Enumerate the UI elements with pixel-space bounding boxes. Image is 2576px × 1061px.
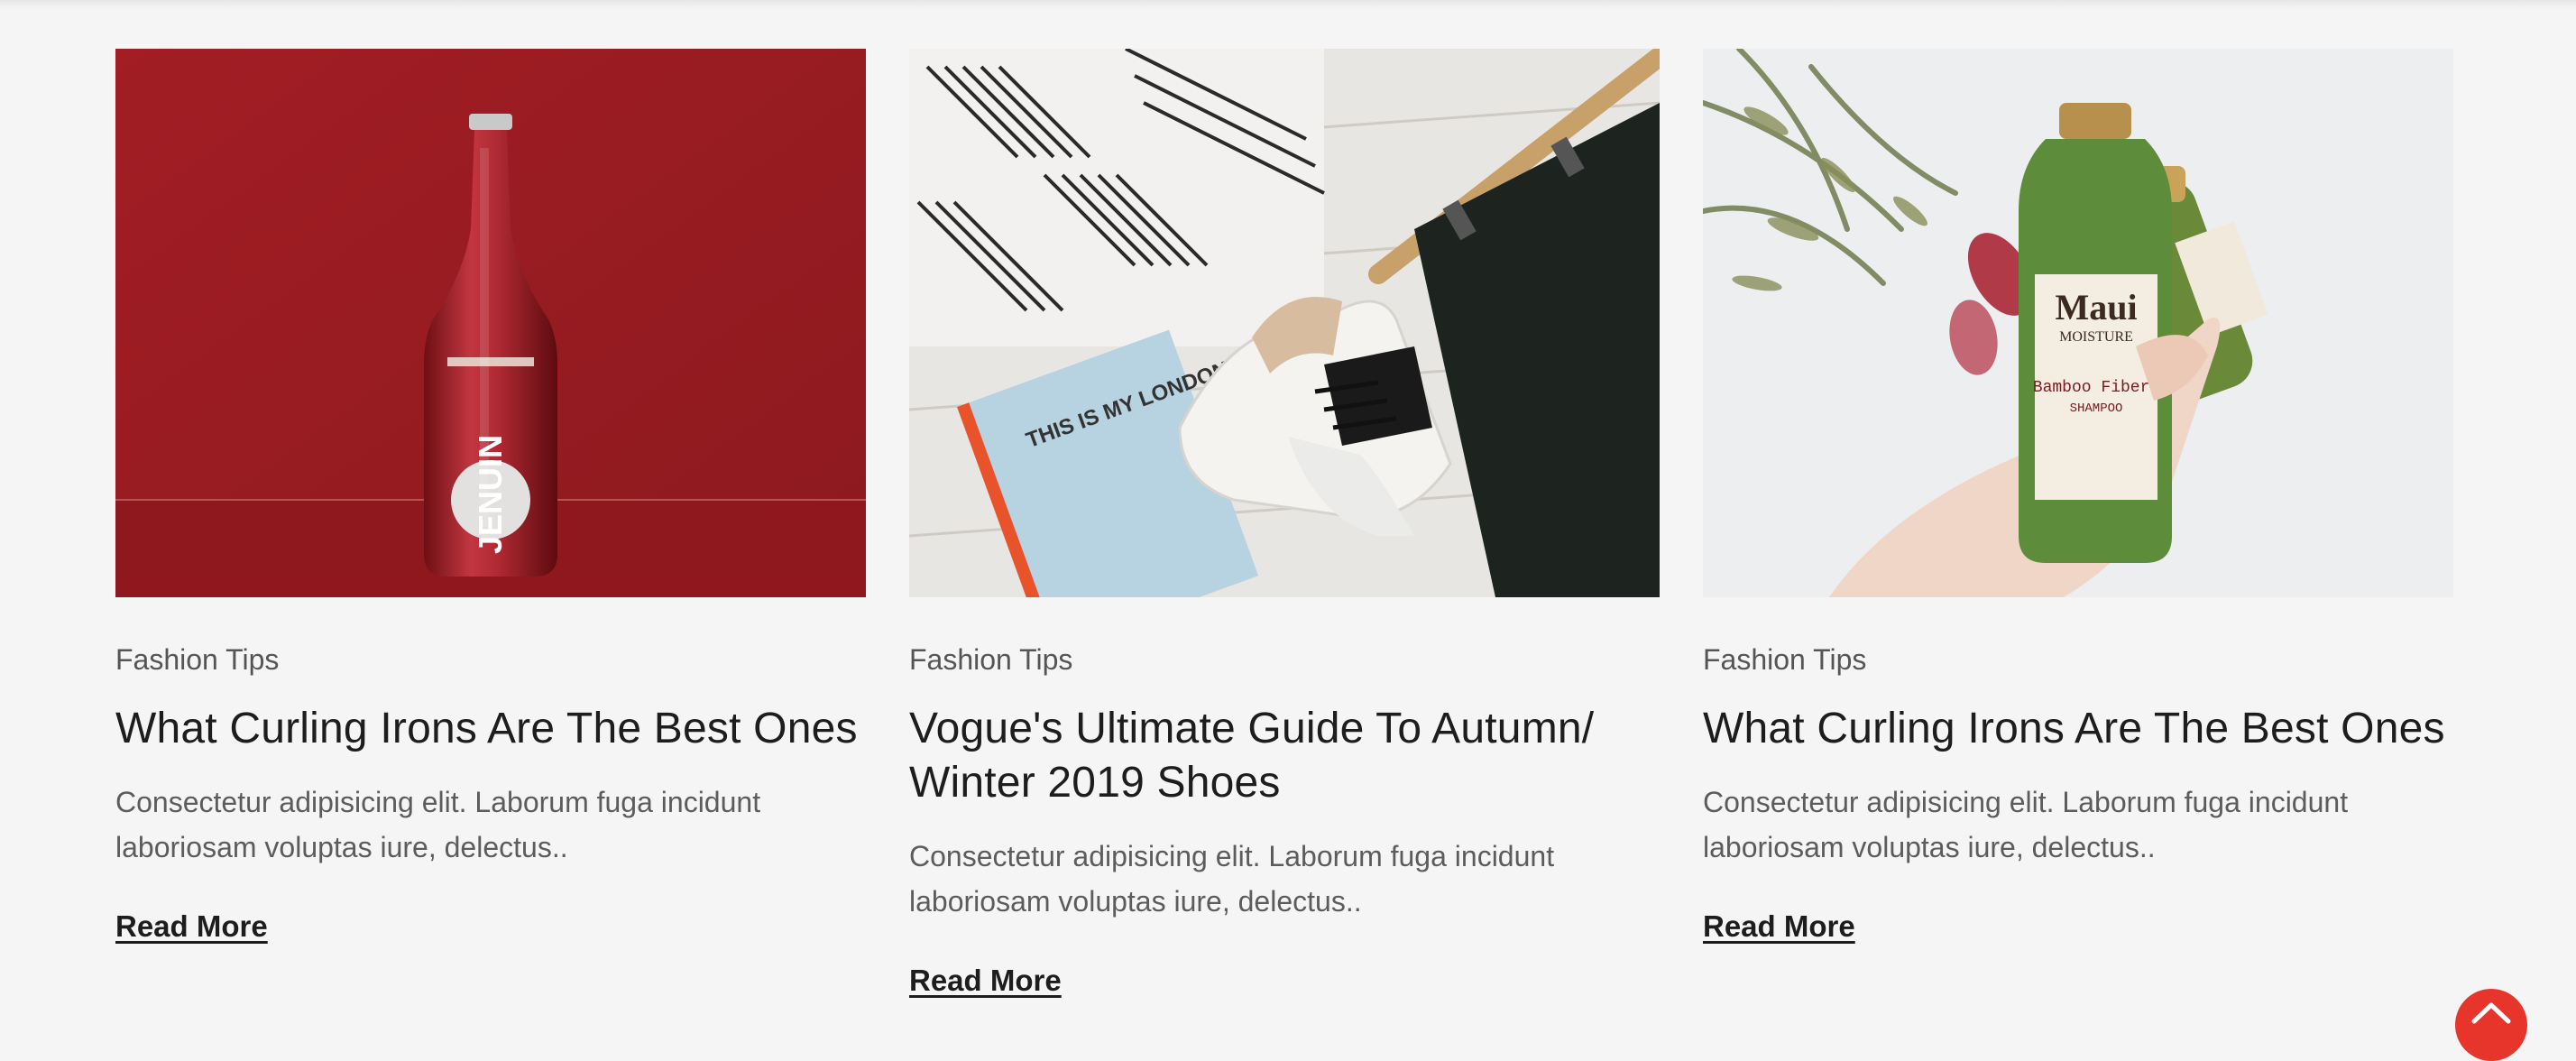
blog-grid: JENUIN Fashion Tips What Curling Irons A…	[115, 49, 2453, 998]
post-category[interactable]: Fashion Tips	[115, 642, 866, 677]
bottle-label-text: JENUIN	[472, 435, 509, 554]
post-card: THIS IS MY LONDON Fashion Tips Vogue's U…	[909, 49, 1660, 998]
product-type-text: SHAMPOO	[2070, 401, 2123, 416]
post-title[interactable]: What Curling Irons Are The Best Ones	[115, 702, 866, 756]
post-image-link[interactable]: THIS IS MY LONDON	[909, 49, 1660, 597]
brand-text: Maui	[2055, 287, 2137, 328]
post-card: Maui MOISTURE Bamboo Fibers SHAMPOO Fash…	[1703, 49, 2453, 998]
scroll-to-top-button[interactable]	[2455, 989, 2527, 1061]
post-excerpt: Consectetur adipisicing elit. Laborum fu…	[115, 786, 761, 864]
post-title[interactable]: What Curling Irons Are The Best Ones	[1703, 702, 2453, 756]
header-shadow	[0, 0, 2576, 9]
brand-sub-text: MOISTURE	[2059, 329, 2133, 345]
shampoo-bottle-photo: Maui MOISTURE Bamboo Fibers SHAMPOO	[1703, 49, 2453, 597]
read-more-link[interactable]: Read More	[909, 964, 1062, 998]
post-category[interactable]: Fashion Tips	[1703, 642, 2453, 677]
red-bottle-photo: JENUIN	[115, 49, 866, 597]
post-excerpt: Consectetur adipisicing elit. Laborum fu…	[909, 840, 1555, 918]
read-more-link[interactable]: Read More	[1703, 909, 1855, 944]
post-card: JENUIN Fashion Tips What Curling Irons A…	[115, 49, 866, 998]
post-image-link[interactable]: Maui MOISTURE Bamboo Fibers SHAMPOO	[1703, 49, 2453, 597]
read-more-link[interactable]: Read More	[115, 909, 268, 944]
post-category[interactable]: Fashion Tips	[909, 642, 1660, 677]
product-text: Bamboo Fibers	[2033, 379, 2159, 397]
chevron-up-icon	[2471, 1002, 2511, 1024]
flatlay-fashion-photo: THIS IS MY LONDON	[909, 49, 1660, 597]
post-title[interactable]: Vogue's Ultimate Guide To Autumn/ Winter…	[909, 702, 1660, 810]
post-image-link[interactable]: JENUIN	[115, 49, 866, 597]
post-excerpt: Consectetur adipisicing elit. Laborum fu…	[1703, 786, 2349, 864]
